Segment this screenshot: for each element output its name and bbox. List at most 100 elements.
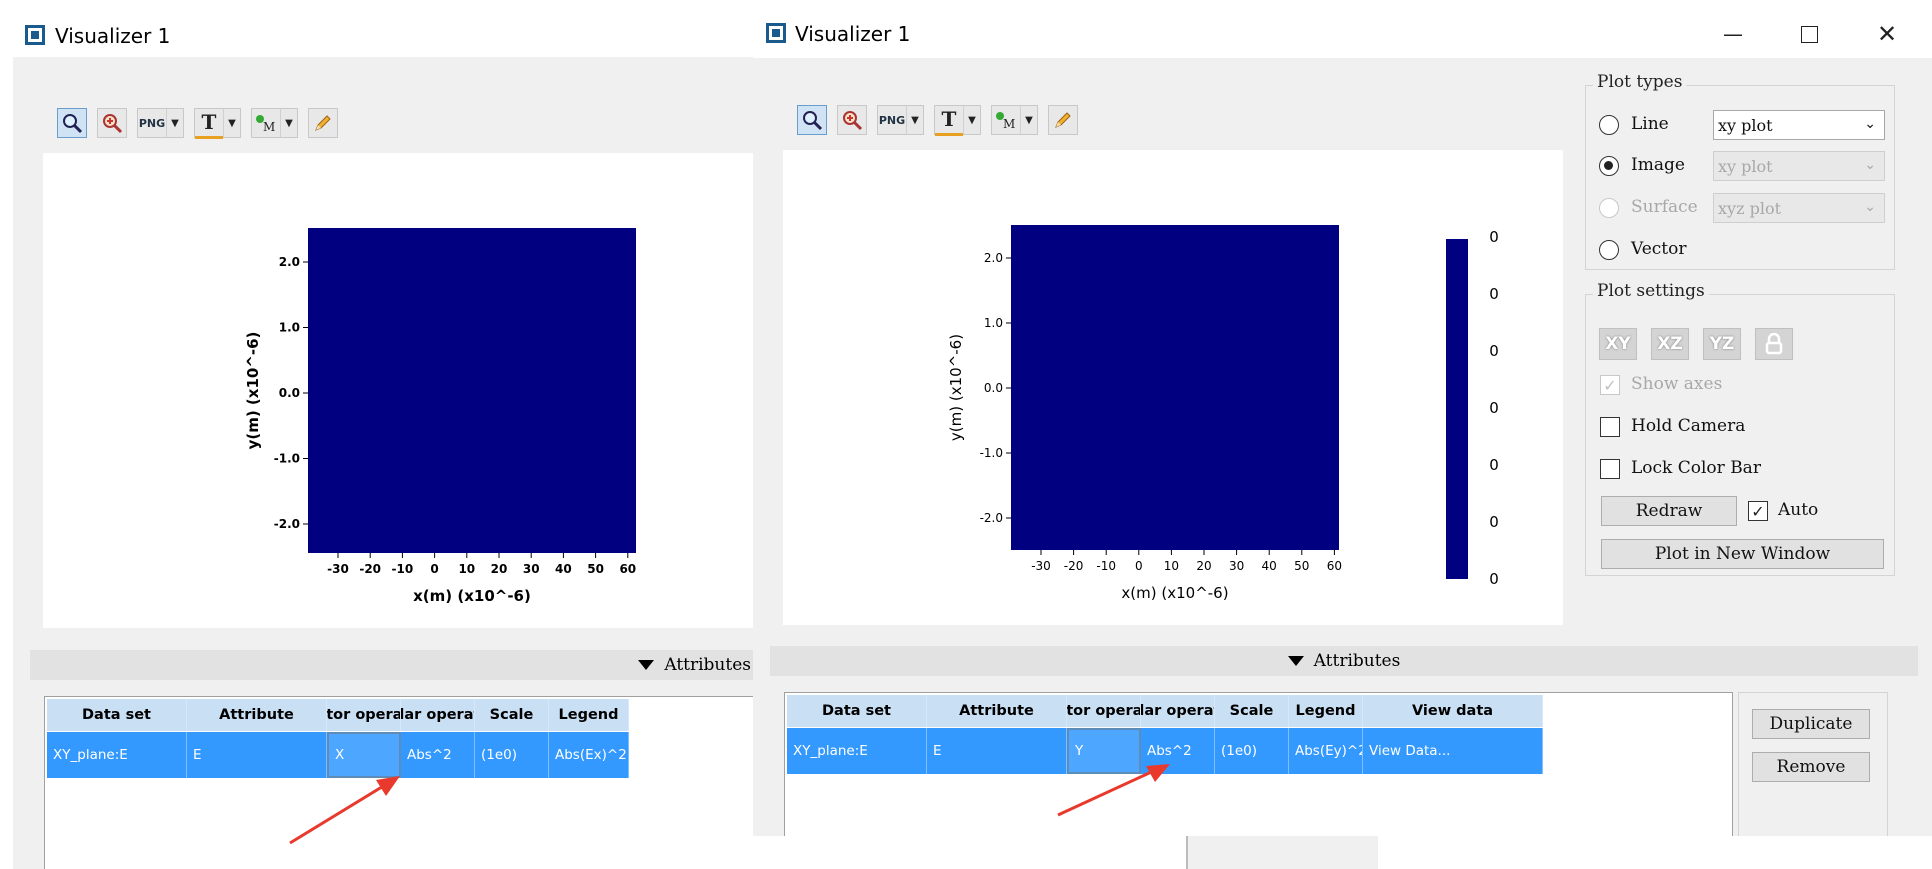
lock-view-button[interactable] xyxy=(1755,328,1793,360)
column-header[interactable]: Attribute xyxy=(927,695,1067,727)
table-cell[interactable]: XY_plane:E xyxy=(47,732,187,778)
surface-plot-combo: xyz plot ⌄ xyxy=(1713,193,1885,223)
chevron-down-icon[interactable]: ▼ xyxy=(1020,106,1037,134)
colorbar-tick-label: 0 xyxy=(1489,456,1499,474)
radio-image[interactable] xyxy=(1599,156,1619,176)
view-xz-button[interactable]: XZ xyxy=(1651,328,1689,360)
x-tick-label: 30 xyxy=(1229,559,1244,573)
column-header[interactable]: Data set xyxy=(47,699,187,731)
colorbar-tick-label: 0 xyxy=(1489,285,1499,303)
text-tool-button[interactable]: T ▼ xyxy=(934,105,981,136)
chevron-down-icon[interactable]: ▼ xyxy=(280,109,297,137)
view-xy-button[interactable]: XY xyxy=(1599,328,1637,360)
left-title-bar: Visualizer 1 xyxy=(13,13,753,57)
zoom-region-button[interactable] xyxy=(97,108,127,138)
x-tick-label: 50 xyxy=(587,562,604,576)
hold-camera-checkbox[interactable] xyxy=(1600,417,1620,437)
zoom-region-icon xyxy=(98,109,126,137)
magnifier-icon xyxy=(798,106,826,134)
y-tick-label: -1.0 xyxy=(274,452,300,466)
export-png-button[interactable]: PNG ▼ xyxy=(877,105,924,135)
right-plot-area[interactable]: -30 -20 -10 0 10 20 30 40 50 60 2.0 1.0 0.0 -1.0 -2.0 x… xyxy=(783,150,1563,625)
chevron-down-icon[interactable]: ▼ xyxy=(166,109,183,137)
lock-icon xyxy=(1765,333,1783,355)
marker-icon: M xyxy=(992,106,1020,134)
y-tick-label: 2.0 xyxy=(984,251,1003,265)
column-header[interactable]: ctor operat xyxy=(1067,695,1141,727)
marker-tool-button[interactable]: M ▼ xyxy=(991,105,1038,135)
export-png-button[interactable]: PNG ▼ xyxy=(137,108,184,138)
view-yz-button[interactable]: YZ xyxy=(1703,328,1741,360)
column-header[interactable]: Scale xyxy=(475,699,549,731)
table-cell[interactable]: View Data... xyxy=(1363,728,1543,774)
lock-color-bar-checkbox[interactable] xyxy=(1600,459,1620,479)
minimize-button[interactable]: — xyxy=(1713,20,1753,48)
auto-checkbox[interactable]: ✓ xyxy=(1748,501,1768,521)
table-cell[interactable]: XY_plane:E xyxy=(787,728,927,774)
redraw-button[interactable]: Redraw xyxy=(1601,496,1737,526)
zoom-region-button[interactable] xyxy=(837,105,867,135)
radio-line[interactable] xyxy=(1599,115,1619,135)
y-axis-label: y(m) (x10^-6) xyxy=(244,332,262,450)
plot-in-new-window-button[interactable]: Plot in New Window xyxy=(1601,539,1884,569)
pencil-icon xyxy=(1049,106,1077,134)
chevron-down-icon[interactable]: ▼ xyxy=(906,106,923,134)
maximize-button[interactable] xyxy=(1789,20,1829,48)
colorbar xyxy=(1446,239,1468,579)
x-tick-label: 10 xyxy=(458,562,475,576)
x-tick-label: 0 xyxy=(1135,559,1143,573)
lock-color-bar-label: Lock Color Bar xyxy=(1631,458,1761,478)
table-cell[interactable]: E xyxy=(927,728,1067,774)
left-plot-area[interactable]: -30 -20 -10 0 10 20 30 40 50 60 2.0 1.0 0.0 -1.0 -2.0 x… xyxy=(43,153,753,628)
table-cell[interactable]: Abs(Ey)^2 xyxy=(1289,728,1363,774)
pencil-tool-button[interactable] xyxy=(308,108,338,138)
left-visualizer-window: Visualizer 1 PNG ▼ T ▼ M ▼ -30 -20 -10 0 10 20 30… xyxy=(13,13,753,869)
column-header[interactable]: Scale xyxy=(1215,695,1289,727)
zoom-tool-button[interactable] xyxy=(797,105,827,135)
attributes-label: Attributes xyxy=(1313,651,1401,671)
table-cell[interactable]: (1e0) xyxy=(475,732,549,778)
plot-settings-title: Plot settings xyxy=(1593,281,1709,301)
x-axis-label: x(m) (x10^-6) xyxy=(1121,584,1228,602)
app-icon xyxy=(766,23,786,43)
y-tick-label: 0.0 xyxy=(984,381,1003,395)
left-attributes-bar[interactable]: Attributes xyxy=(30,650,753,680)
zoom-tool-button[interactable] xyxy=(57,108,87,138)
x-tick-label: 40 xyxy=(555,562,572,576)
column-header[interactable]: View data xyxy=(1363,695,1543,727)
y-tick-label: 1.0 xyxy=(279,321,300,335)
column-header[interactable]: ctor operat xyxy=(327,699,401,731)
column-header[interactable]: alar operati xyxy=(401,699,475,731)
table-cell[interactable]: (1e0) xyxy=(1215,728,1289,774)
colorbar-tick-label: 0 xyxy=(1489,342,1499,360)
remove-button[interactable]: Remove xyxy=(1752,752,1870,782)
column-header[interactable]: Legend xyxy=(549,699,629,731)
plot-image-region xyxy=(1011,225,1339,550)
x-tick-label: -10 xyxy=(1096,559,1116,573)
line-plot-combo[interactable]: xy plot ⌄ xyxy=(1713,110,1885,140)
chevron-down-icon[interactable]: ▼ xyxy=(223,109,240,137)
auto-label: Auto xyxy=(1778,500,1819,520)
text-tool-button[interactable]: T ▼ xyxy=(194,108,241,139)
column-header[interactable]: Attribute xyxy=(187,699,327,731)
table-cell[interactable]: Abs^2 xyxy=(401,732,475,778)
image-plot-combo: xy plot ⌄ xyxy=(1713,151,1885,181)
radio-vector[interactable] xyxy=(1599,240,1619,260)
column-header[interactable]: alar operati xyxy=(1141,695,1215,727)
column-header[interactable]: Data set xyxy=(787,695,927,727)
colorbar-tick-label: 0 xyxy=(1489,513,1499,531)
marker-tool-button[interactable]: M ▼ xyxy=(251,108,298,138)
pencil-tool-button[interactable] xyxy=(1048,105,1078,135)
left-toolbar: PNG ▼ T ▼ M ▼ xyxy=(57,107,338,139)
table-cell[interactable]: Abs(Ex)^2 xyxy=(549,732,629,778)
chevron-down-icon[interactable]: ▼ xyxy=(963,106,980,134)
column-header[interactable]: Legend xyxy=(1289,695,1363,727)
right-visualizer-window: Visualizer 1 — ✕ PNG ▼ T ▼ M ▼ -30 -20 -10 0 10… xyxy=(753,10,1932,836)
right-data-table: Data setAttributector operatalar operati… xyxy=(784,692,1733,836)
x-tick-label: 20 xyxy=(1196,559,1211,573)
show-axes-label: Show axes xyxy=(1631,374,1723,394)
close-button[interactable]: ✕ xyxy=(1867,20,1907,48)
right-attributes-bar[interactable]: Attributes xyxy=(770,646,1918,676)
duplicate-button[interactable]: Duplicate xyxy=(1752,709,1870,739)
text-icon: T xyxy=(935,105,963,136)
